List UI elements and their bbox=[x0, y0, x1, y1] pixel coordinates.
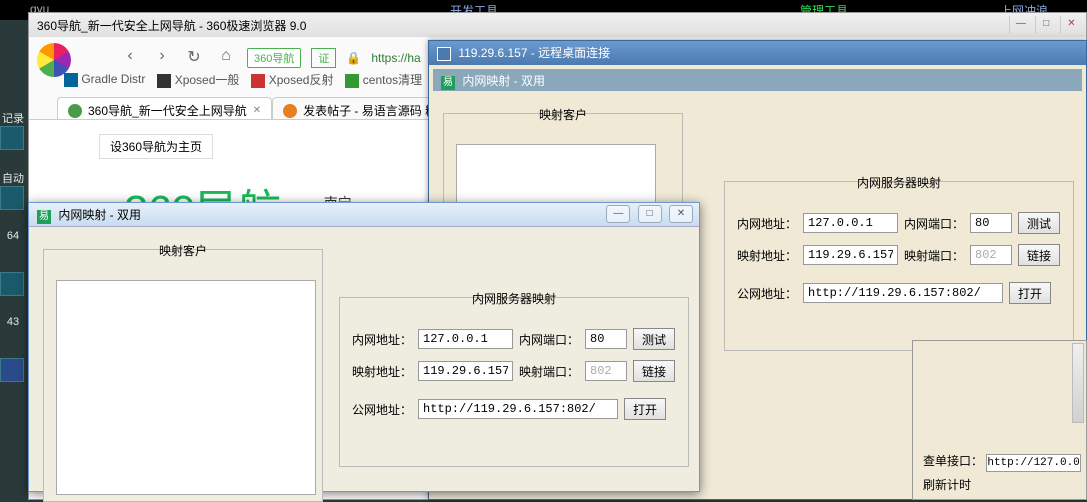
app-map-port-input[interactable] bbox=[585, 361, 627, 381]
br-panel: 查单接口： 刷新计时 bbox=[912, 340, 1087, 500]
lock-icon: 🔒 bbox=[346, 51, 361, 65]
set-homepage-button[interactable]: 设360导航为主页 bbox=[99, 134, 213, 159]
app-lbl-pub-addr: 公网地址： bbox=[352, 401, 412, 418]
app-client-group-title: 映射客户 bbox=[149, 244, 217, 258]
app-inner-addr-input[interactable] bbox=[418, 329, 513, 349]
bookmarks-bar: Gradle Distr Xposed一般 Xposed反射 centos清理 bbox=[64, 71, 422, 88]
rdp-lbl-map-addr: 映射地址： bbox=[737, 247, 797, 264]
browser-nav: ‹ › ↻ ⌂ 360导航 证 🔒 https://ha bbox=[119, 47, 421, 69]
rdp-inner-addr-input[interactable] bbox=[803, 213, 898, 233]
app-open-button[interactable]: 打开 bbox=[624, 398, 666, 420]
nav-home-icon[interactable]: ⌂ bbox=[215, 47, 237, 69]
app-test-button[interactable]: 测试 bbox=[633, 328, 675, 350]
rdp-inner-title-text: 内网映射 - 双用 bbox=[462, 74, 545, 88]
br-check-input[interactable] bbox=[986, 454, 1081, 472]
rdp-inner-port-input[interactable] bbox=[970, 213, 1012, 233]
browser-max-button[interactable]: □ bbox=[1035, 16, 1057, 34]
app-max-button[interactable]: □ bbox=[638, 205, 662, 223]
app-client-list[interactable] bbox=[56, 280, 316, 495]
app-inner-port-input[interactable] bbox=[585, 329, 627, 349]
rdp-open-button[interactable]: 打开 bbox=[1009, 282, 1051, 304]
app-window: 易 内网映射 - 双用 — □ ✕ 映射客户 内网服务器映射 内网地址： 内网端… bbox=[28, 202, 700, 492]
app-pub-addr-input[interactable] bbox=[418, 399, 618, 419]
rdp-lbl-pub-addr: 公网地址： bbox=[737, 285, 797, 302]
rdp-map-port-input[interactable] bbox=[970, 245, 1012, 265]
rdp-test-button[interactable]: 测试 bbox=[1018, 212, 1060, 234]
tab1-label: 360导航_新一代安全上网导航 bbox=[88, 102, 247, 119]
left-label-4: 43 bbox=[0, 316, 26, 328]
rdp-server-group-title: 内网服务器映射 bbox=[847, 176, 951, 190]
app-icon: 易 bbox=[441, 76, 455, 90]
bookmark-xposed2[interactable]: Xposed反射 bbox=[251, 71, 333, 88]
rdp-icon bbox=[437, 47, 451, 61]
url-site-tag[interactable]: 360导航 bbox=[247, 48, 301, 68]
app-lbl-inner-port: 内网端口： bbox=[519, 331, 579, 348]
rdp-inner-titlebar[interactable]: 易 内网映射 - 双用 bbox=[433, 69, 1082, 91]
app-lbl-inner-addr: 内网地址： bbox=[352, 331, 412, 348]
bookmark-gradle[interactable]: Gradle Distr bbox=[64, 72, 145, 87]
app-server-group: 内网服务器映射 内网地址： 内网端口： 测试 映射地址： 映射端口： 链接 公网… bbox=[339, 297, 689, 467]
app-titlebar[interactable]: 易 内网映射 - 双用 — □ ✕ bbox=[29, 203, 699, 227]
left-icon-3[interactable] bbox=[0, 272, 24, 296]
tab1-favicon-icon bbox=[68, 104, 82, 118]
browser-close-button[interactable]: ✕ bbox=[1060, 16, 1082, 34]
left-icon-2[interactable] bbox=[0, 186, 24, 210]
rdp-lbl-inner-port: 内网端口： bbox=[904, 215, 964, 232]
desktop-left-column: 记录 自动 64 43 bbox=[0, 110, 26, 402]
br-check-label: 查单接口： bbox=[923, 454, 983, 468]
br-timer-label: 刷新计时 bbox=[923, 478, 971, 492]
tab2-favicon-icon bbox=[283, 104, 297, 118]
left-label-2: 自动 bbox=[0, 170, 26, 186]
app-lbl-map-addr: 映射地址： bbox=[352, 363, 412, 380]
nav-forward-icon[interactable]: › bbox=[151, 47, 173, 69]
bookmark-centos[interactable]: centos清理 bbox=[345, 71, 422, 88]
app-server-group-title: 内网服务器映射 bbox=[462, 292, 566, 306]
rdp-lbl-map-port: 映射端口： bbox=[904, 247, 964, 264]
browser-titlebar[interactable]: 360导航_新一代安全上网导航 - 360极速浏览器 9.0 — □ ✕ bbox=[29, 13, 1086, 37]
tab1-close-icon[interactable]: ✕ bbox=[253, 105, 261, 116]
app-title-icon: 易 bbox=[37, 210, 51, 224]
br-scrollbar[interactable] bbox=[1072, 343, 1084, 423]
left-icon-1[interactable] bbox=[0, 126, 24, 150]
app-min-button[interactable]: — bbox=[606, 205, 630, 223]
rdp-pub-addr-input[interactable] bbox=[803, 283, 1003, 303]
left-icon-4[interactable] bbox=[0, 358, 24, 382]
rdp-map-addr-input[interactable] bbox=[803, 245, 898, 265]
rdp-titlebar[interactable]: 119.29.6.157 - 远程桌面连接 bbox=[429, 41, 1086, 65]
nav-reload-icon[interactable]: ↻ bbox=[183, 47, 205, 69]
rdp-client-group-title: 映射客户 bbox=[529, 108, 597, 122]
url-cert-tag[interactable]: 证 bbox=[311, 48, 336, 68]
rdp-lbl-inner-addr: 内网地址： bbox=[737, 215, 797, 232]
app-map-addr-input[interactable] bbox=[418, 361, 513, 381]
app-client-group: 映射客户 bbox=[43, 249, 323, 502]
app-lbl-map-port: 映射端口： bbox=[519, 363, 579, 380]
nav-back-icon[interactable]: ‹ bbox=[119, 47, 141, 69]
browser-min-button[interactable]: — bbox=[1009, 16, 1031, 34]
browser-title-text: 360导航_新一代安全上网导航 - 360极速浏览器 9.0 bbox=[37, 19, 306, 33]
rdp-link-button[interactable]: 链接 bbox=[1018, 244, 1060, 266]
rdp-title-text: 119.29.6.157 - 远程桌面连接 bbox=[458, 46, 610, 60]
bookmark-xposed1[interactable]: Xposed一般 bbox=[157, 71, 239, 88]
app-link-button[interactable]: 链接 bbox=[633, 360, 675, 382]
url-text[interactable]: https://ha bbox=[371, 51, 420, 65]
app-title-text: 内网映射 - 双用 bbox=[58, 208, 141, 222]
left-label-1: 记录 bbox=[0, 110, 26, 126]
left-label-3: 64 bbox=[0, 230, 26, 242]
app-close-button[interactable]: ✕ bbox=[669, 205, 693, 223]
rdp-server-group: 内网服务器映射 内网地址： 内网端口： 测试 映射地址： 映射端口： 链接 公网… bbox=[724, 181, 1074, 351]
